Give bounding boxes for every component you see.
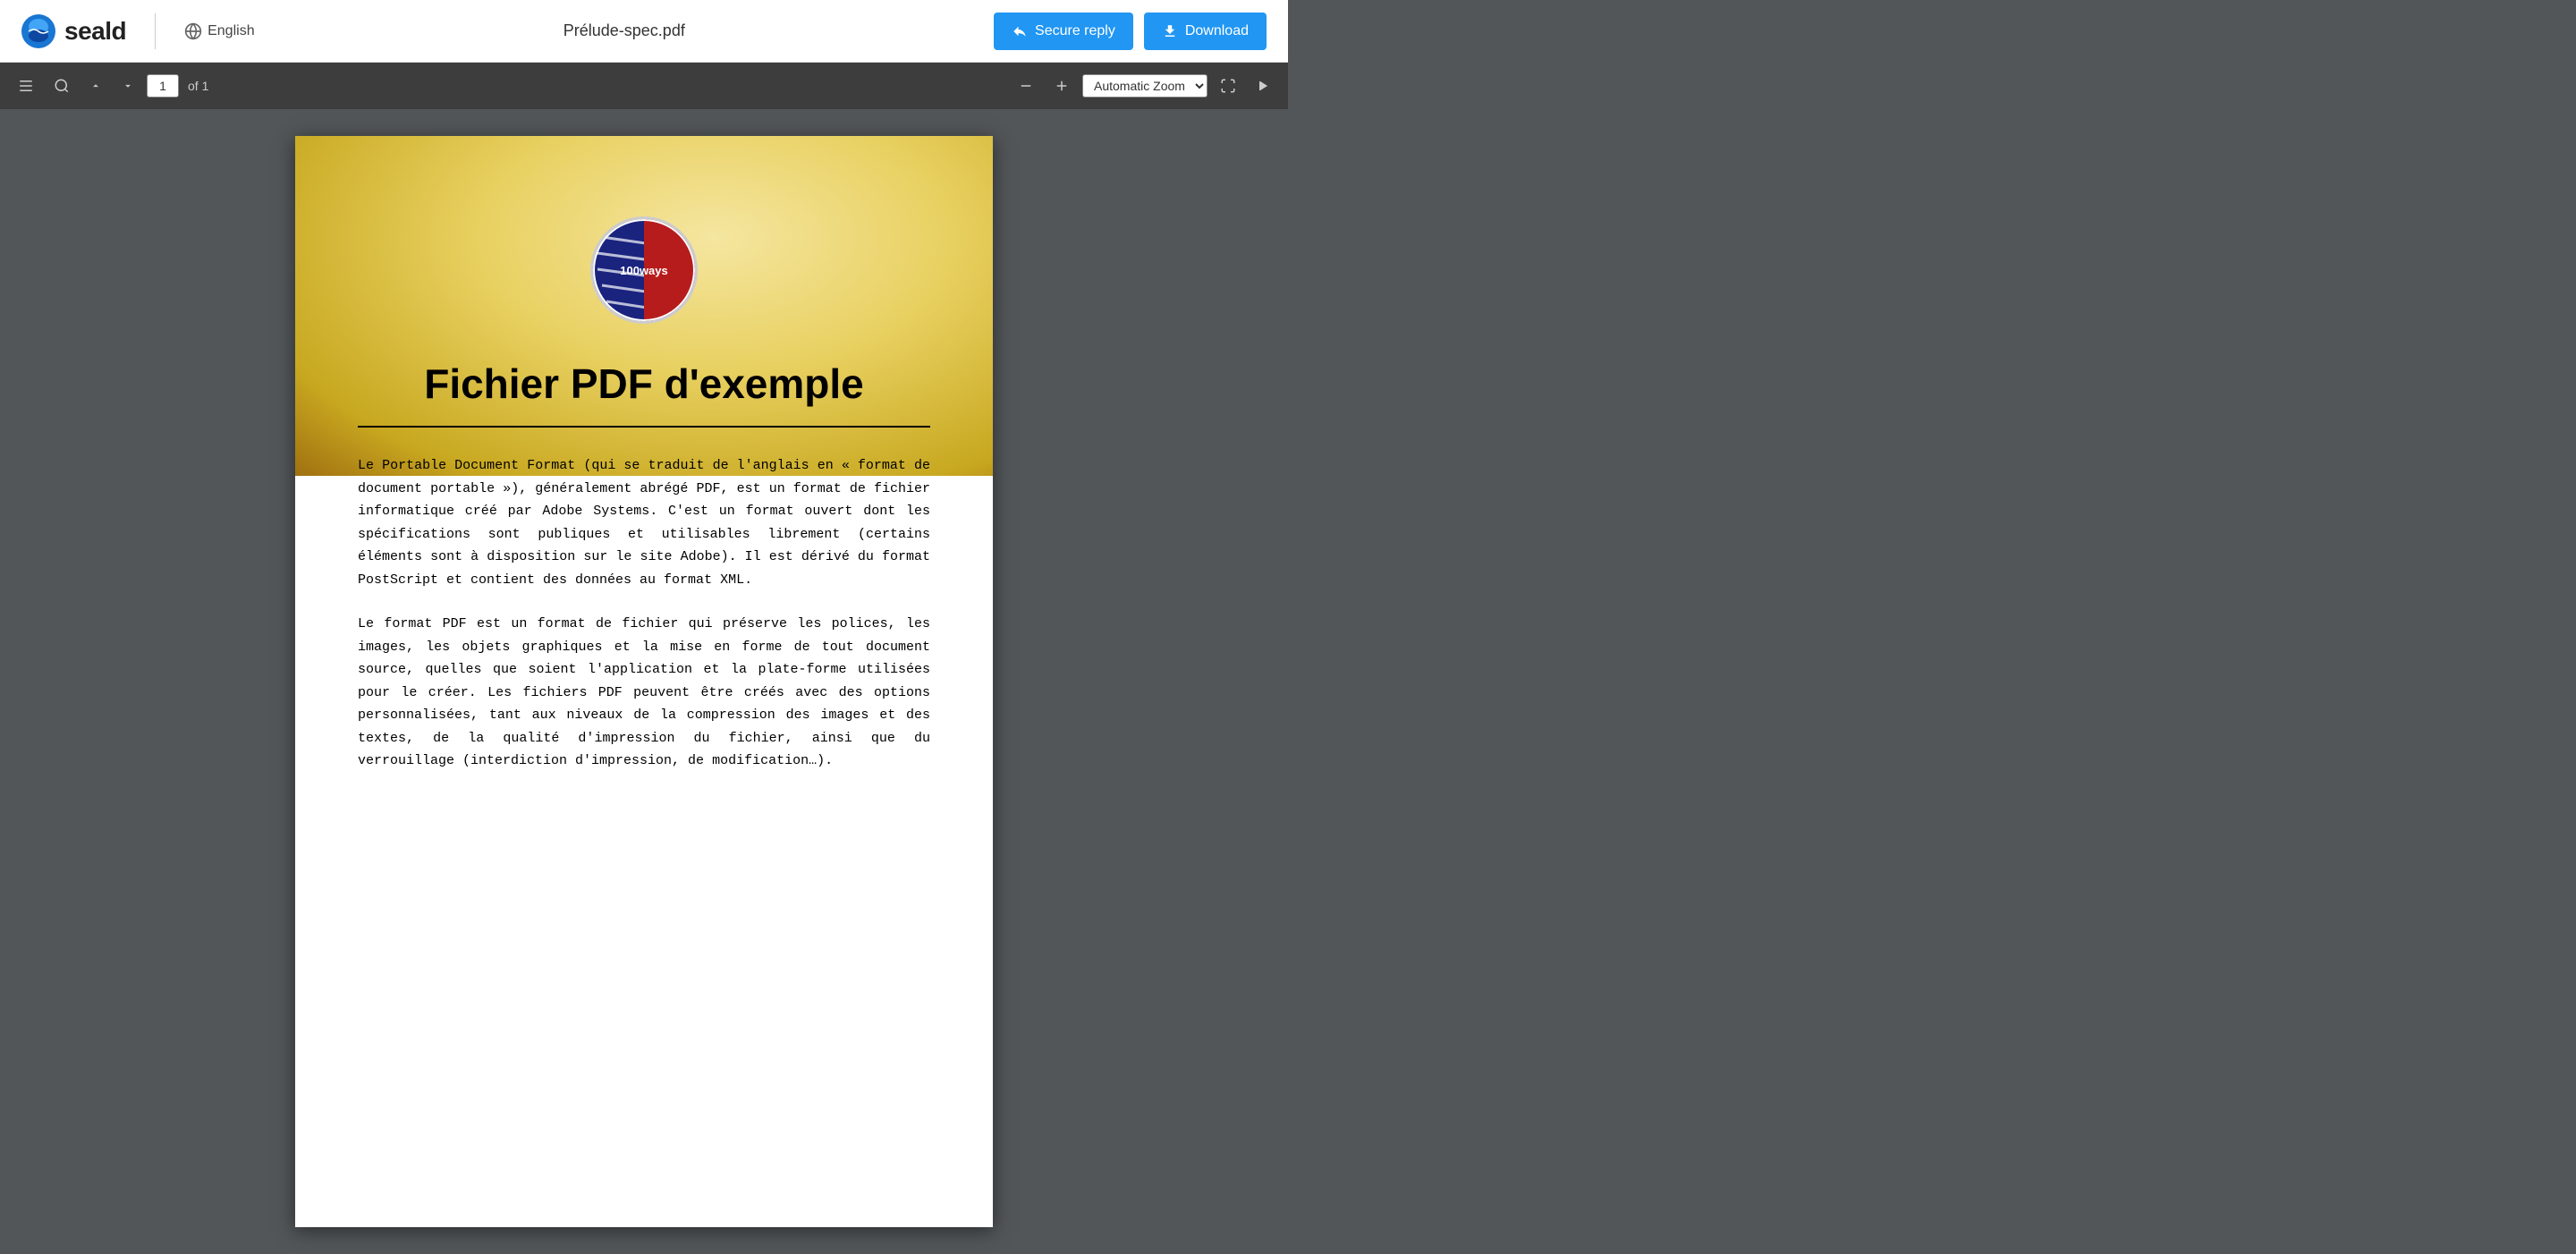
- pdf-title-divider: [358, 426, 930, 428]
- more-tools-button[interactable]: [1247, 72, 1277, 99]
- toolbar-right-icons: [1213, 72, 1277, 99]
- next-page-button[interactable]: [114, 74, 141, 97]
- zoom-out-button[interactable]: [1011, 74, 1041, 97]
- more-tools-icon: [1254, 78, 1270, 94]
- secure-reply-button[interactable]: Secure reply: [994, 13, 1133, 50]
- fullscreen-icon: [1220, 78, 1236, 94]
- header-right: Secure reply Download: [994, 13, 1267, 50]
- zoom-out-icon: [1018, 78, 1034, 94]
- fullscreen-button[interactable]: [1213, 72, 1243, 99]
- pdf-toolbar: of 1 Automatic Zoom 50% 75% 100% 125% 15…: [0, 63, 1288, 109]
- download-icon: [1162, 23, 1178, 39]
- pdf-viewer: 100ways Fichier PDF d'exemple Le Portabl…: [0, 109, 1288, 1254]
- header-divider: [155, 13, 156, 49]
- page-total: of 1: [188, 79, 208, 93]
- zoom-select[interactable]: Automatic Zoom 50% 75% 100% 125% 150%: [1082, 74, 1208, 97]
- download-button[interactable]: Download: [1144, 13, 1267, 50]
- page-number-input[interactable]: [147, 74, 179, 97]
- sidebar-icon: [18, 78, 34, 94]
- pdf-logo-circle: 100ways: [590, 216, 698, 324]
- logo-text: seald: [64, 17, 126, 46]
- header-left: seald English: [21, 13, 255, 49]
- pdf-main-title: Fichier PDF d'exemple: [358, 360, 930, 408]
- language-label: English: [208, 23, 254, 39]
- pdf-page: 100ways Fichier PDF d'exemple Le Portabl…: [295, 136, 993, 1227]
- secure-reply-label: Secure reply: [1035, 23, 1115, 39]
- reply-icon: [1012, 23, 1028, 39]
- seald-logo-icon: [21, 14, 55, 48]
- hundredways-logo: 100ways: [593, 219, 695, 321]
- language-selector[interactable]: English: [184, 22, 254, 40]
- svg-text:100ways: 100ways: [620, 264, 668, 277]
- download-label: Download: [1185, 23, 1249, 39]
- search-button[interactable]: [47, 72, 77, 99]
- zoom-in-icon: [1054, 78, 1070, 94]
- sidebar-toggle-button[interactable]: [11, 72, 41, 99]
- logo-area: seald: [21, 14, 126, 48]
- pdf-paragraph-1: Le Portable Document Format (qui se trad…: [358, 454, 930, 591]
- zoom-in-button[interactable]: [1046, 74, 1077, 97]
- pdf-logo-container: 100ways: [358, 216, 930, 324]
- header-center: Prélude-spec.pdf: [255, 21, 994, 40]
- pdf-paragraph-2: Le format PDF est un format de fichier q…: [358, 613, 930, 773]
- prev-page-button[interactable]: [82, 74, 109, 97]
- globe-icon: [184, 22, 202, 40]
- file-title: Prélude-spec.pdf: [564, 21, 685, 40]
- next-page-icon: [122, 80, 134, 92]
- app-header: seald English Prélude-spec.pdf Secure re…: [0, 0, 1288, 63]
- search-icon: [54, 78, 70, 94]
- prev-page-icon: [89, 80, 102, 92]
- pdf-content: 100ways Fichier PDF d'exemple Le Portabl…: [358, 216, 930, 773]
